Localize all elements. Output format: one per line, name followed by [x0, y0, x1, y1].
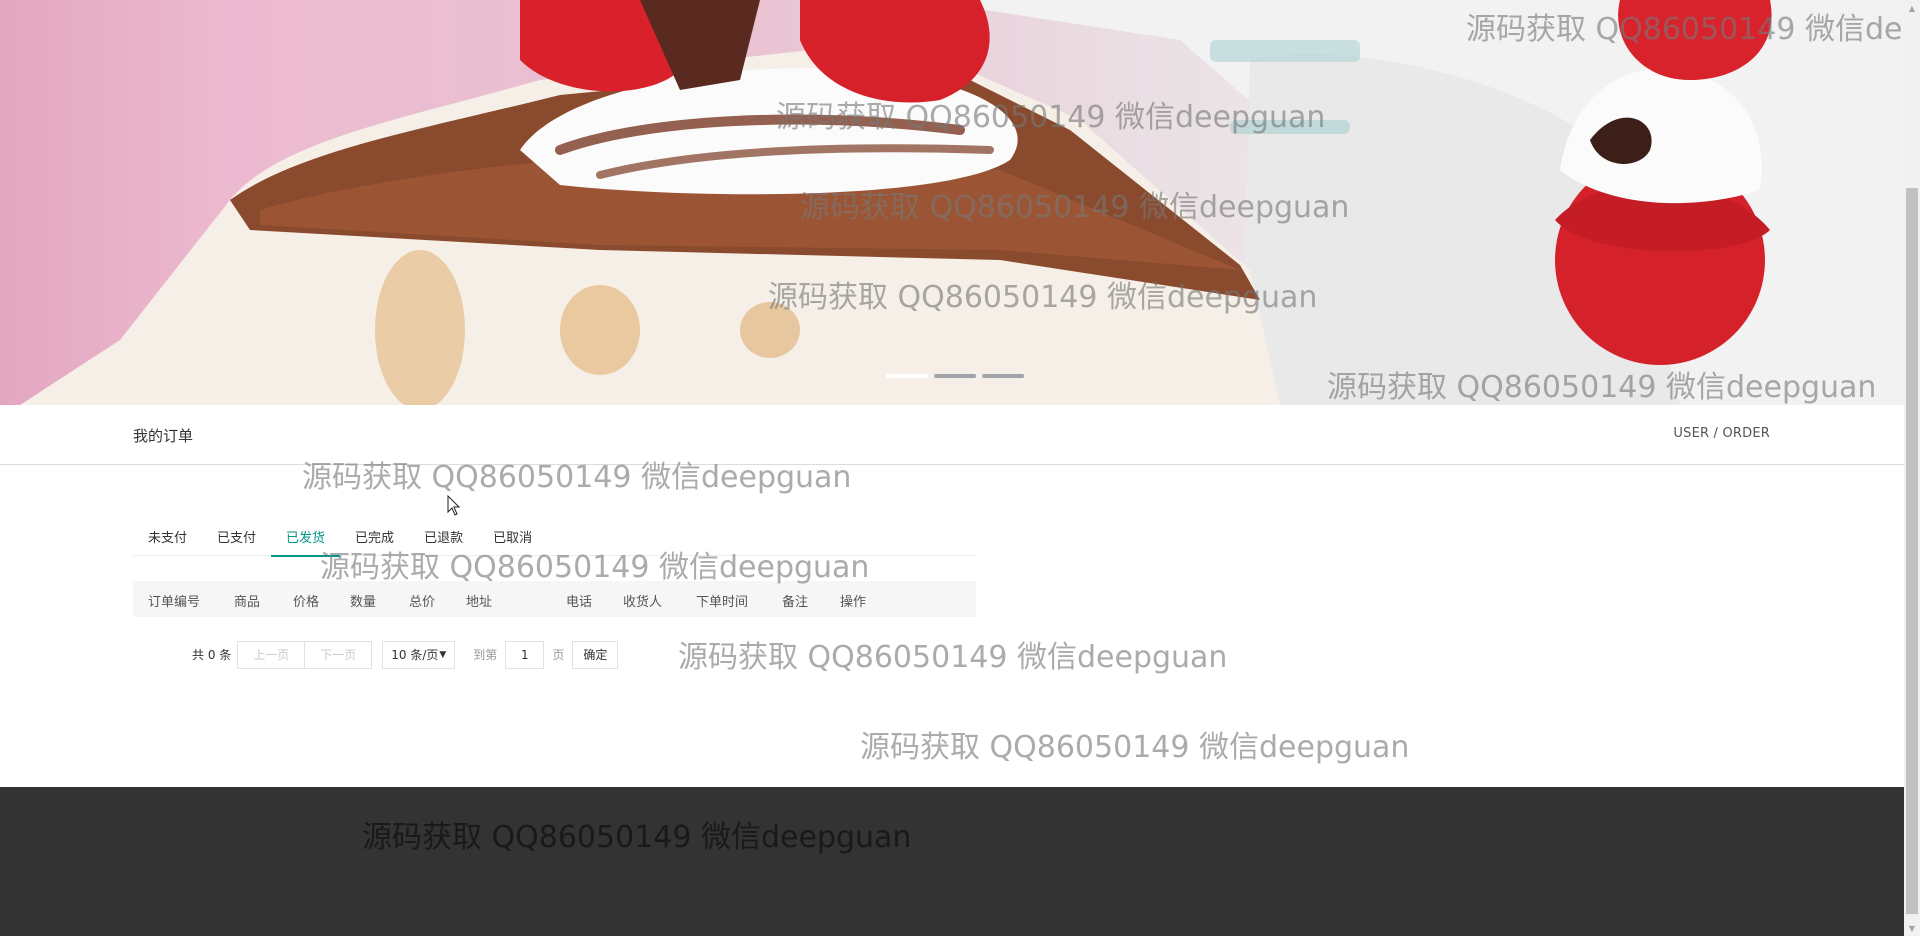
carousel-dot-3[interactable]: [982, 374, 1024, 378]
page-size-value: 10 条/页: [391, 648, 439, 662]
cake-banner-image: [20, 0, 1904, 405]
watermark: 源码获取 QQ86050149 微信deepguan: [678, 640, 1228, 675]
tab-unpaid[interactable]: 未支付: [133, 518, 202, 556]
prev-page-button[interactable]: 上一页: [237, 640, 306, 669]
column-header-order-time: 下单时间: [696, 595, 749, 610]
mouse-cursor-icon: [447, 495, 461, 516]
tab-shipped[interactable]: 已发货: [271, 518, 341, 557]
column-header-receiver: 收货人: [623, 595, 663, 610]
scroll-down-arrow-icon[interactable]: ▼: [1904, 920, 1920, 936]
carousel-dot-1[interactable]: [886, 374, 928, 378]
page-title: 我的订单: [133, 427, 194, 445]
next-page-button[interactable]: 下一页: [305, 640, 373, 669]
scrollbar-thumb[interactable]: [1906, 188, 1918, 914]
column-header-product: 商品: [234, 595, 261, 610]
watermark: 源码获取 QQ86050149 微信deepguan: [860, 730, 1410, 765]
column-header-address: 地址: [466, 595, 493, 610]
footer: [0, 787, 1904, 936]
page-unit-label: 页: [552, 648, 565, 662]
tab-paid[interactable]: 已支付: [202, 518, 271, 556]
vertical-scrollbar[interactable]: ▲ ▼: [1904, 0, 1920, 936]
caret-down-icon: ▼: [439, 649, 447, 660]
tab-refunded[interactable]: 已退款: [409, 518, 478, 556]
pagination: 共 0 条 上一页 下一页 10 条/页 ▼ 到第 1 页 确定: [192, 640, 619, 669]
breadcrumb: USER / ORDER: [1673, 426, 1770, 441]
tab-cancelled[interactable]: 已取消: [478, 518, 547, 556]
order-status-tabs: 未支付 已支付 已发货 已完成 已退款 已取消: [133, 518, 976, 557]
column-header-actions: 操作: [840, 595, 867, 610]
column-header-order-id: 订单编号: [148, 595, 201, 610]
carousel-dot-2[interactable]: [934, 374, 976, 378]
carousel-indicators: [886, 374, 1024, 378]
page-size-select[interactable]: 10 条/页 ▼: [382, 640, 456, 669]
skip-label: 到第: [473, 648, 498, 662]
column-header-quantity: 数量: [350, 595, 377, 610]
section-header: 我的订单 USER / ORDER: [0, 405, 1904, 465]
confirm-page-button[interactable]: 确定: [572, 640, 619, 669]
column-header-total: 总价: [409, 595, 436, 610]
column-header-phone: 电话: [566, 595, 593, 610]
orders-table-header: 订单编号 商品 价格 数量 总价 地址 电话 收货人 下单时间 备注 操作: [133, 581, 976, 617]
total-count: 共 0 条: [192, 648, 232, 662]
scroll-up-arrow-icon[interactable]: ▲: [1904, 0, 1920, 16]
column-header-note: 备注: [782, 595, 809, 610]
banner-carousel[interactable]: [0, 0, 1904, 405]
column-header-price: 价格: [293, 595, 320, 610]
tab-completed[interactable]: 已完成: [340, 518, 409, 556]
page-number-input[interactable]: 1: [505, 640, 545, 669]
page: 我的订单 USER / ORDER 未支付 已支付 已发货 已完成 已退款 已取…: [0, 0, 1920, 936]
